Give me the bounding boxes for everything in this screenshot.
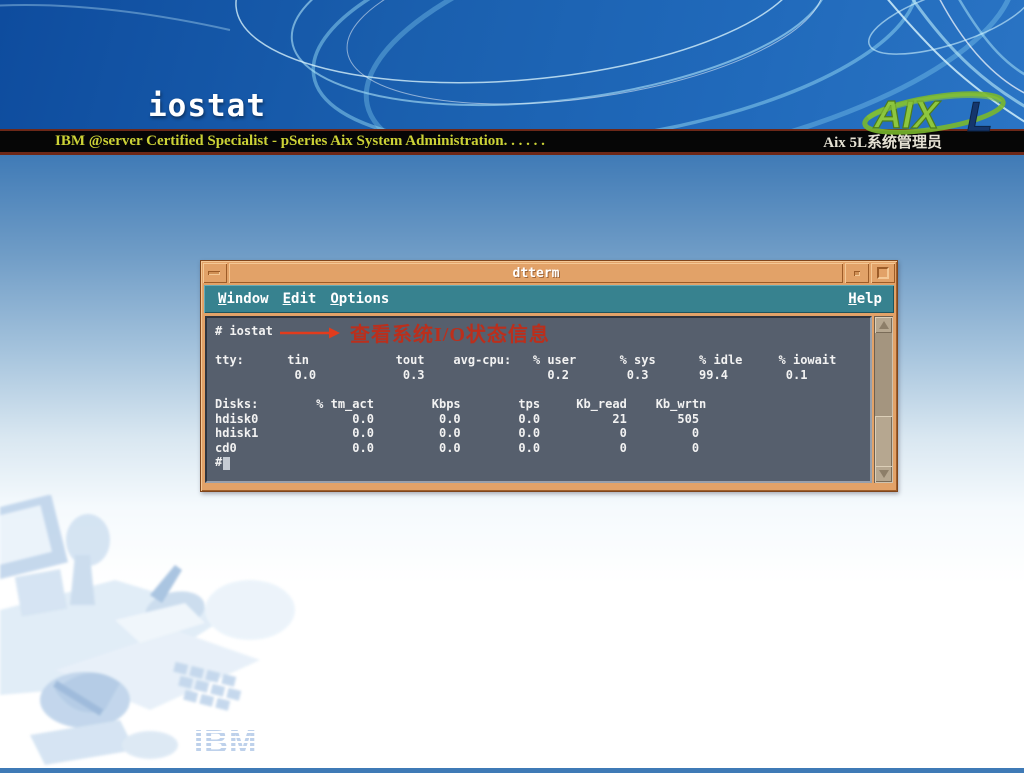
window-titlebar[interactable]: dtterm	[201, 261, 897, 283]
minimize-icon	[854, 271, 860, 276]
window-menu-button[interactable]	[203, 263, 227, 283]
terminal-cursor	[223, 457, 230, 470]
terminal-screen[interactable]: # iostat tty: tin tout avg-cpu: % user %…	[205, 316, 872, 483]
terminal-line: 0.0 0.3 0.2 0.3 99.4 0.1	[215, 367, 808, 382]
arrow-down-icon	[878, 470, 889, 478]
menu-options[interactable]: Options	[330, 291, 389, 307]
annotation: 查看系统I/O状态信息	[279, 318, 550, 347]
menu-window[interactable]: Window	[218, 291, 269, 307]
ibm-logo-text: IBM	[194, 723, 258, 760]
terminal-line: hdisk1 0.0 0.0 0.0 0 0	[215, 426, 700, 441]
maximize-button[interactable]	[871, 263, 895, 283]
terminal-line: Disks: % tm_act Kbps tps Kb_read Kb_wrtn	[215, 396, 707, 411]
ibm-logo: IBM	[192, 720, 278, 765]
aix-logo: L AIX	[860, 84, 1018, 141]
menubar: Window Edit Options Help	[204, 285, 894, 313]
terminal-line: hdisk0 0.0 0.0 0.0 21 505	[215, 411, 700, 426]
scroll-up-button[interactable]	[875, 317, 892, 333]
terminal-line: tty: tin tout avg-cpu: % user % sys % id…	[215, 353, 837, 368]
arrow-up-icon	[878, 321, 889, 329]
scroll-down-button[interactable]	[875, 466, 892, 482]
maximize-icon	[877, 267, 889, 279]
menu-help[interactable]: Help	[848, 291, 882, 307]
terminal-line: cd0 0.0 0.0 0.0 0 0	[215, 440, 700, 455]
header-left-text: IBM @server Certified Specialist - pSeri…	[55, 133, 545, 149]
window-menu-dash-icon	[208, 271, 220, 275]
dtterm-window: dtterm Window Edit Options Help # iostat…	[200, 260, 898, 492]
slide: { "slide": { "title": "iostat", "header_…	[0, 0, 1024, 768]
terminal-line: #	[215, 455, 223, 470]
annotation-text: 查看系统I/O状态信息	[350, 324, 550, 346]
window-body: # iostat tty: tin tout avg-cpu: % user %…	[205, 316, 893, 483]
menu-edit[interactable]: Edit	[283, 291, 317, 307]
red-arrow-icon	[280, 327, 340, 338]
window-title[interactable]: dtterm	[229, 263, 843, 283]
scrollbar-thumb[interactable]	[875, 416, 892, 468]
page-title: iostat	[148, 88, 266, 124]
minimize-button[interactable]	[845, 263, 869, 283]
scrollbar[interactable]	[874, 316, 893, 483]
